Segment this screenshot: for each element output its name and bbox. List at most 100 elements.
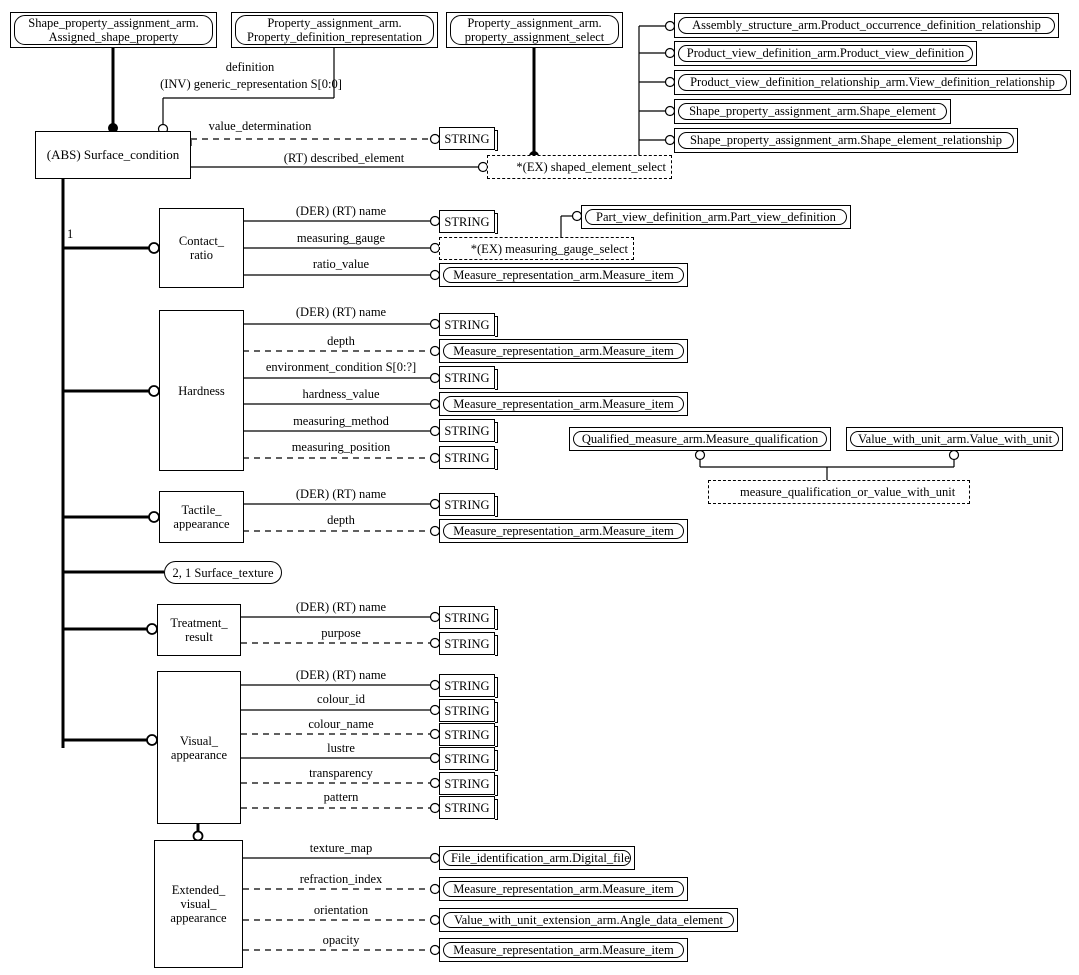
type-string-visual-name[interactable]: STRING: [439, 674, 498, 698]
type-string-lustre-label: STRING: [444, 751, 490, 766]
entity-visual-appearance-line1: Visual_: [179, 733, 219, 748]
type-string-environment-condition[interactable]: STRING: [439, 366, 498, 390]
label-visual-transparency: transparency: [309, 766, 373, 781]
type-string-treatment-name[interactable]: STRING: [439, 606, 498, 630]
label-hardness-measuring-position-text: measuring_position: [291, 440, 391, 454]
ref-part-view-definition-inner: Part_view_definition_arm.Part_view_defin…: [585, 208, 847, 226]
ref-digital-file[interactable]: File_identification_arm.Digital_file: [439, 846, 635, 870]
entity-treatment-result-label: Treatment_ result: [170, 616, 227, 644]
label-visual-colour-name: colour_name: [308, 717, 373, 732]
ref-value-with-unit[interactable]: Value_with_unit_arm.Value_with_unit: [846, 427, 1063, 451]
type-string-pattern-label: STRING: [444, 800, 490, 815]
ref-shape-element-relationship[interactable]: Shape_property_assignment_arm.Shape_elem…: [674, 128, 1018, 153]
ref-property-assignment-select-inner: Property_assignment_arm. property_assign…: [450, 14, 619, 46]
ref-product-view-definition[interactable]: Product_view_definition_arm.Product_view…: [674, 41, 977, 66]
label-visual-lustre: lustre: [327, 741, 355, 756]
entity-visual-appearance[interactable]: Visual_ appearance: [157, 671, 241, 824]
ref-product-occurrence-definition-relationship[interactable]: Assembly_structure_arm.Product_occurrenc…: [674, 13, 1059, 38]
pageref-surface-texture[interactable]: 2, 1 Surface_texture: [164, 561, 282, 584]
ref-measure-item-opacity[interactable]: Measure_representation_arm.Measure_item: [439, 938, 688, 962]
label-value-determination-text: value_determination: [208, 119, 312, 133]
label-visual-colour-id-text: colour_id: [317, 692, 365, 706]
ref-measure-item-hardness-value[interactable]: Measure_representation_arm.Measure_item: [439, 392, 688, 416]
ref-digital-file-label: File_identification_arm.Digital_file: [451, 850, 630, 865]
type-string-tactile-name[interactable]: STRING: [439, 493, 498, 517]
ref-view-definition-relationship-inner: Product_view_definition_relationship_arm…: [678, 74, 1067, 91]
ref-property-definition-representation-inner: Property_assignment_arm. Property_defini…: [235, 14, 434, 46]
type-string-value-determination[interactable]: STRING: [439, 127, 498, 151]
ref-shape-element[interactable]: Shape_property_assignment_arm.Shape_elem…: [674, 99, 951, 124]
entity-contact-ratio-label: Contact_ ratio: [179, 234, 224, 262]
ref-angle-data-element[interactable]: Value_with_unit_extension_arm.Angle_data…: [439, 908, 738, 932]
ref-part-view-definition[interactable]: Part_view_definition_arm.Part_view_defin…: [581, 205, 851, 229]
entity-tactile-appearance-line1: Tactile_: [181, 503, 222, 517]
label-visual-name-text: (DER) (RT) name: [295, 668, 387, 682]
type-string-colour-id[interactable]: STRING: [439, 699, 498, 723]
entity-contact-ratio[interactable]: Contact_ ratio: [159, 208, 244, 288]
select-measuring-gauge-select[interactable]: *(EX) measuring_gauge_select: [439, 237, 634, 260]
entity-treatment-result[interactable]: Treatment_ result: [157, 604, 241, 656]
label-tactile-name: (DER) (RT) name: [296, 487, 386, 502]
ref-measure-item-ratio-value[interactable]: Measure_representation_arm.Measure_item: [439, 263, 688, 287]
ref-measure-item-refraction-index[interactable]: Measure_representation_arm.Measure_item: [439, 877, 688, 901]
entity-tactile-appearance-line2: appearance: [173, 517, 230, 531]
entity-surface-condition[interactable]: (ABS) Surface_condition: [35, 131, 191, 179]
entity-extended-visual-appearance-line1: Extended_: [171, 883, 226, 897]
ref-measure-item-hardness-depth-inner: Measure_representation_arm.Measure_item: [443, 342, 684, 360]
select-measure-qualification-or-value-with-unit[interactable]: measure_qualification_or_value_with_unit: [708, 480, 970, 504]
label-hardness-name: (DER) (RT) name: [296, 305, 386, 320]
label-hardness-depth: depth: [327, 334, 355, 349]
label-generic-representation-text: (INV) generic_representation S[0:0]: [160, 77, 342, 91]
ref-measure-qualification-label: Qualified_measure_arm.Measure_qualificat…: [581, 431, 819, 446]
label-definition-text: definition: [225, 60, 275, 74]
label-generic-representation: (INV) generic_representation S[0:0]: [160, 77, 342, 92]
ref-part-view-definition-label: Part_view_definition_arm.Part_view_defin…: [596, 209, 836, 224]
entity-tactile-appearance[interactable]: Tactile_ appearance: [159, 491, 244, 543]
ref-measure-qualification-inner: Qualified_measure_arm.Measure_qualificat…: [573, 430, 827, 448]
type-string-transparency[interactable]: STRING: [439, 772, 498, 796]
label-hardness-measuring-position: measuring_position: [291, 440, 391, 455]
label-extended-texture-map-text: texture_map: [309, 841, 373, 855]
type-string-pattern[interactable]: STRING: [439, 796, 498, 820]
select-shaped-element-select[interactable]: *(EX) shaped_element_select: [487, 155, 672, 179]
ref-property-definition-representation[interactable]: Property_assignment_arm. Property_defini…: [231, 12, 438, 48]
type-string-measuring-position[interactable]: STRING: [439, 446, 498, 470]
ref-measure-qualification[interactable]: Qualified_measure_arm.Measure_qualificat…: [569, 427, 831, 451]
label-extended-opacity: opacity: [322, 933, 360, 948]
ref-assigned-shape-property[interactable]: Shape_property_assignment_arm. Assigned_…: [10, 12, 217, 48]
type-string-measuring-method-label: STRING: [444, 423, 490, 438]
label-hardness-hardness-value-text: hardness_value: [302, 387, 380, 401]
type-string-colour-name[interactable]: STRING: [439, 723, 498, 747]
label-hardness-measuring-method-text: measuring_method: [293, 414, 389, 428]
ref-measure-item-opacity-inner: Measure_representation_arm.Measure_item: [443, 941, 684, 959]
ref-measure-item-tactile-depth-inner: Measure_representation_arm.Measure_item: [443, 522, 684, 540]
ref-measure-item-refraction-index-inner: Measure_representation_arm.Measure_item: [443, 880, 684, 898]
ref-property-assignment-select[interactable]: Property_assignment_arm. property_assign…: [446, 12, 623, 48]
entity-hardness[interactable]: Hardness: [159, 310, 244, 471]
label-extended-refraction-index: refraction_index: [300, 872, 383, 887]
type-string-lustre[interactable]: STRING: [439, 747, 498, 771]
type-string-measuring-method[interactable]: STRING: [439, 419, 498, 443]
ref-measure-item-hardness-depth[interactable]: Measure_representation_arm.Measure_item: [439, 339, 688, 363]
ref-measure-item-tactile-depth[interactable]: Measure_representation_arm.Measure_item: [439, 519, 688, 543]
type-string-hardness-name[interactable]: STRING: [439, 313, 498, 337]
type-string-treatment-purpose[interactable]: STRING: [439, 632, 498, 656]
label-extended-opacity-text: opacity: [322, 933, 360, 947]
ref-product-view-definition-inner: Product_view_definition_arm.Product_view…: [678, 45, 973, 62]
entity-extended-visual-appearance-line3: appearance: [170, 911, 227, 925]
type-string-contact-ratio-name-label: STRING: [444, 214, 490, 229]
ref-property-definition-representation-line1: Property_assignment_arm.: [267, 15, 402, 30]
label-visual-transparency-text: transparency: [309, 766, 373, 780]
type-string-contact-ratio-name[interactable]: STRING: [439, 210, 498, 234]
ref-measure-item-opacity-label: Measure_representation_arm.Measure_item: [453, 942, 674, 957]
select-measure-qualification-or-value-with-unit-label: measure_qualification_or_value_with_unit: [740, 485, 956, 499]
label-hardness-environment-condition: environment_condition S[0:?]: [266, 360, 416, 375]
entity-contact-ratio-line2: ratio: [190, 248, 213, 262]
entity-extended-visual-appearance[interactable]: Extended_ visual_ appearance: [154, 840, 243, 968]
label-visual-name: (DER) (RT) name: [295, 668, 387, 683]
ref-assigned-shape-property-line1: Shape_property_assignment_arm.: [28, 15, 199, 30]
ref-view-definition-relationship[interactable]: Product_view_definition_relationship_arm…: [674, 70, 1071, 95]
ref-assigned-shape-property-inner: Shape_property_assignment_arm. Assigned_…: [14, 14, 213, 46]
select-measuring-gauge-select-label: *(EX) measuring_gauge_select: [470, 241, 628, 256]
label-contact-ratio-ratio-value-text: ratio_value: [312, 257, 370, 271]
